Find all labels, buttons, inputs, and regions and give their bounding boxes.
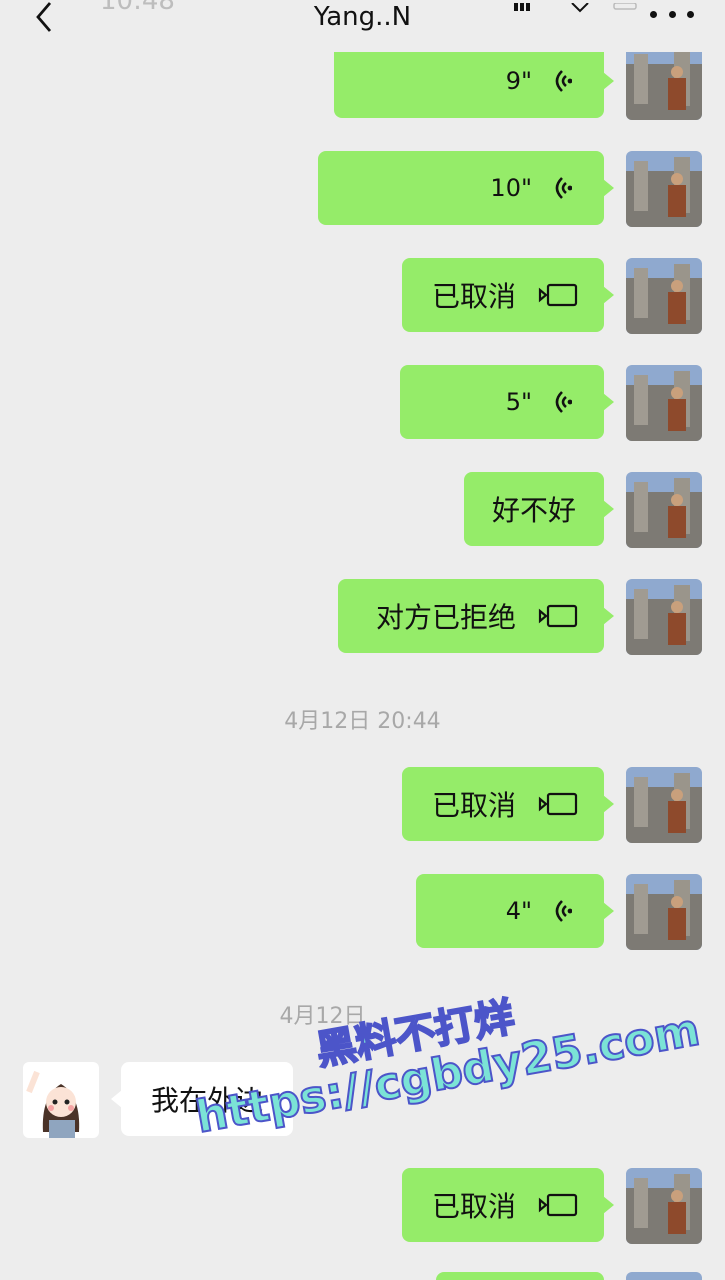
my-avatar[interactable] bbox=[626, 44, 702, 120]
my-avatar[interactable] bbox=[626, 151, 702, 227]
partial-message bbox=[436, 1272, 604, 1280]
video-call-icon bbox=[538, 283, 578, 307]
video-call-message[interactable]: 已取消 bbox=[402, 258, 614, 332]
video-call-icon bbox=[538, 792, 578, 816]
chat-area[interactable]: 9" 10" 已取消 5" 好不好 对方已拒绝 4月12日 20:44 已取消 … bbox=[0, 0, 725, 1280]
call-status-text: 已取消 bbox=[431, 1190, 516, 1223]
message-text: 好不好 bbox=[491, 494, 576, 527]
call-status-text: 已取消 bbox=[431, 280, 516, 313]
voice-message[interactable]: 4" bbox=[416, 874, 614, 948]
message-timestamp: 4月12日 20:44 bbox=[284, 709, 441, 734]
voice-wave-icon bbox=[555, 391, 572, 413]
video-call-message[interactable]: 已取消 bbox=[402, 1168, 614, 1242]
my-avatar bbox=[626, 1272, 702, 1280]
video-call-icon bbox=[538, 604, 578, 628]
voice-wave-icon bbox=[555, 900, 572, 922]
signal-icon bbox=[514, 2, 637, 13]
chat-header: 10:48 Yang..N bbox=[0, 0, 725, 52]
text-message[interactable]: 我在外边 bbox=[111, 1062, 293, 1136]
more-dot-icon bbox=[650, 10, 657, 18]
voice-duration: 4" bbox=[505, 897, 532, 925]
message-text: 我在外边 bbox=[150, 1084, 263, 1117]
call-status-text: 已取消 bbox=[431, 789, 516, 822]
my-avatar[interactable] bbox=[626, 472, 702, 548]
my-avatar[interactable] bbox=[626, 365, 702, 441]
voice-duration: 10" bbox=[490, 174, 532, 202]
voice-message[interactable]: 5" bbox=[400, 365, 614, 439]
my-avatar[interactable] bbox=[626, 258, 702, 334]
voice-duration: 9" bbox=[505, 67, 532, 95]
my-avatar[interactable] bbox=[626, 1168, 702, 1244]
video-call-icon bbox=[538, 1193, 578, 1217]
my-avatar[interactable] bbox=[626, 579, 702, 655]
message-timestamp: 4月12日 bbox=[279, 1004, 366, 1029]
status-icons bbox=[510, 0, 640, 13]
voice-wave-icon bbox=[555, 70, 572, 92]
voice-wave-icon bbox=[555, 177, 572, 199]
video-call-message[interactable]: 已取消 bbox=[402, 767, 614, 841]
voice-message[interactable]: 9" bbox=[334, 44, 614, 118]
call-status-text: 对方已拒绝 bbox=[375, 601, 516, 634]
more-dot-icon bbox=[668, 10, 676, 18]
video-call-message[interactable]: 对方已拒绝 bbox=[338, 579, 614, 653]
voice-message[interactable]: 10" bbox=[318, 151, 614, 225]
voice-duration: 5" bbox=[505, 388, 532, 416]
my-avatar[interactable] bbox=[626, 767, 702, 843]
more-dot-icon bbox=[687, 10, 694, 18]
text-message[interactable]: 好不好 bbox=[464, 472, 614, 546]
more-button[interactable] bbox=[650, 4, 694, 24]
my-avatar[interactable] bbox=[626, 874, 702, 950]
contact-avatar[interactable] bbox=[23, 1062, 99, 1138]
